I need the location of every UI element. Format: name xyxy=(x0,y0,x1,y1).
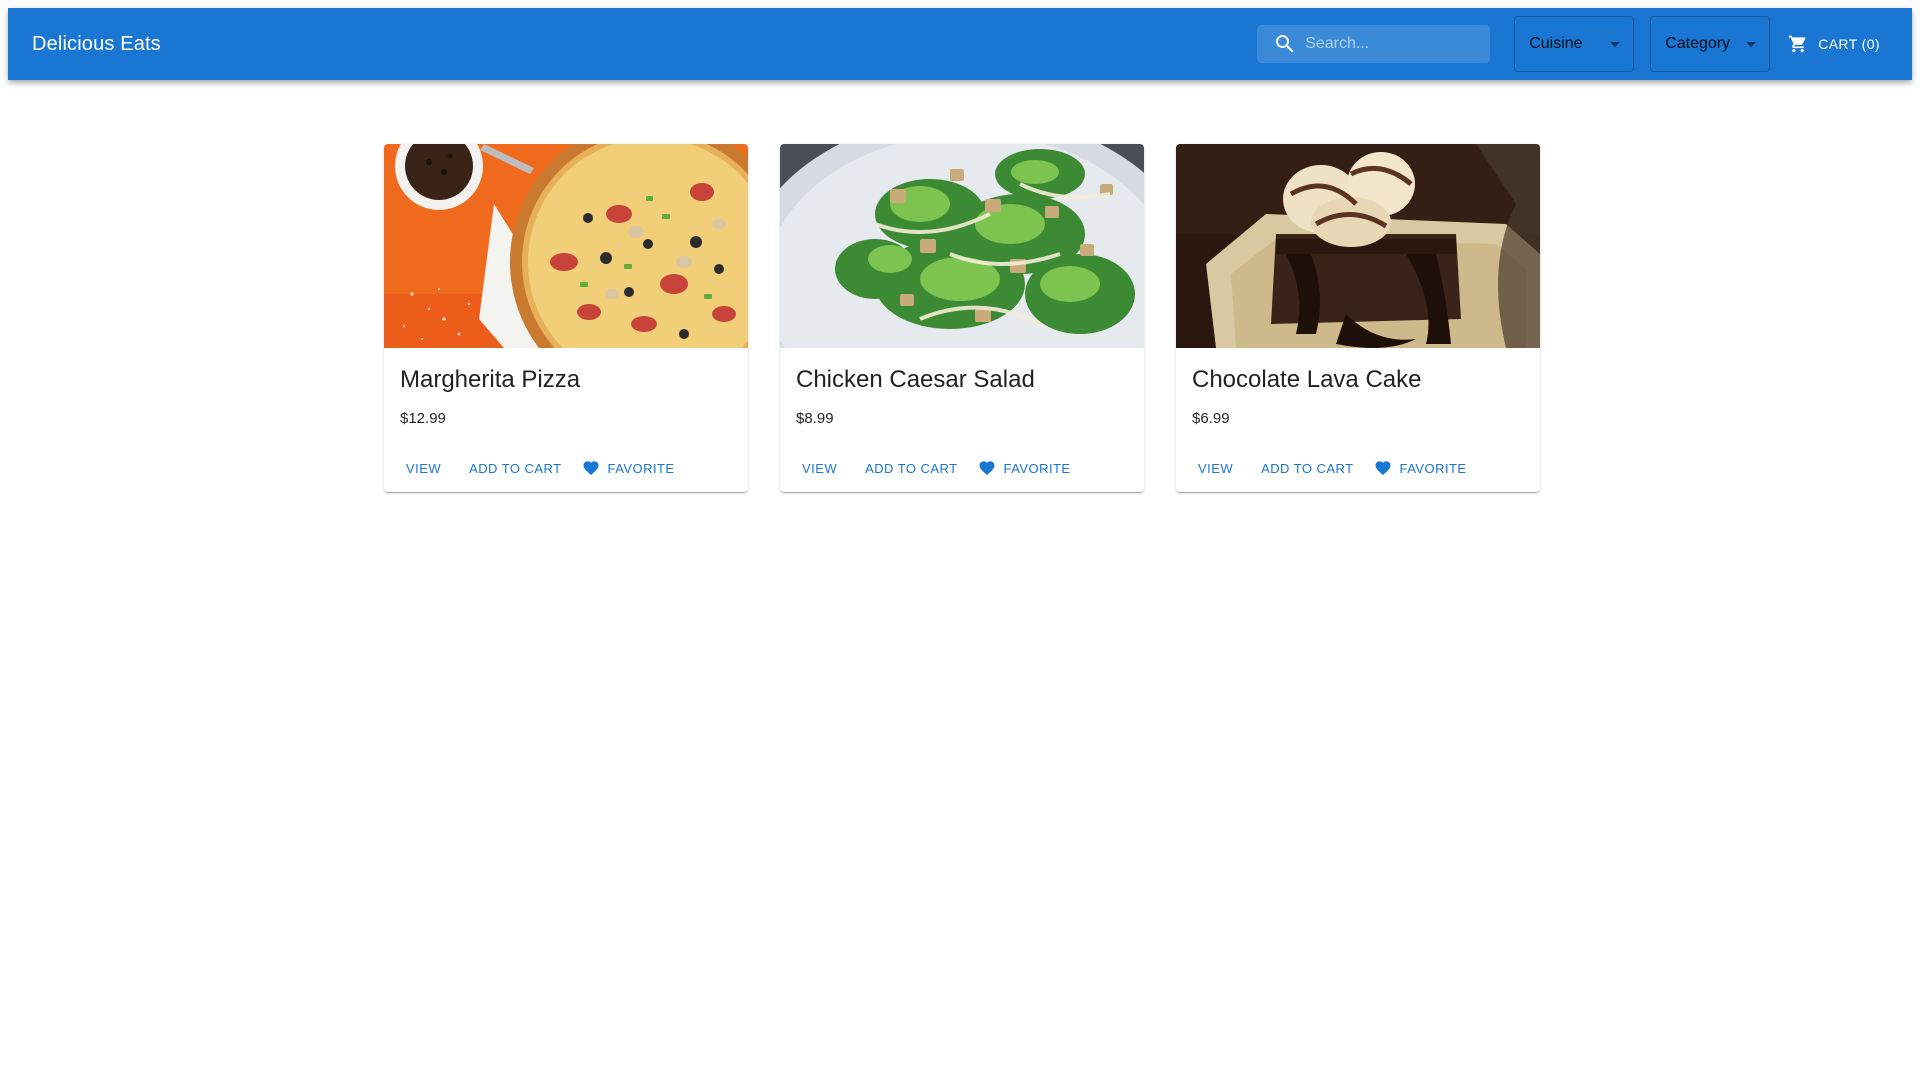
cart-button[interactable]: Cart (0) xyxy=(1780,26,1888,62)
product-image-salad[interactable] xyxy=(780,144,1144,348)
product-image-cake[interactable] xyxy=(1176,144,1540,348)
product-title: Chocolate Lava Cake xyxy=(1192,366,1422,393)
product-title: Margherita Pizza xyxy=(400,366,581,393)
cuisine-select[interactable]: Cuisine xyxy=(1514,16,1635,72)
card-actions: View Add to Cart Favorite xyxy=(780,437,1144,491)
view-button[interactable]: View xyxy=(1192,453,1239,483)
favorite-button[interactable]: Favorite xyxy=(576,453,681,483)
heart-icon xyxy=(1375,461,1391,476)
cuisine-select-label: Cuisine xyxy=(1529,35,1583,52)
favorite-label: Favorite xyxy=(607,460,675,476)
view-button-label: View xyxy=(802,460,838,476)
heart-icon xyxy=(583,461,599,476)
favorite-label: Favorite xyxy=(1003,460,1071,476)
product-card: Chocolate Lava Cake $6.99 View Add to Ca… xyxy=(1176,144,1540,492)
view-button-label: View xyxy=(1198,460,1234,476)
search-box[interactable] xyxy=(1257,25,1491,63)
cake-image xyxy=(1176,144,1540,348)
pizza-image xyxy=(384,144,748,348)
heart-icon xyxy=(979,461,995,476)
favorite-button[interactable]: Favorite xyxy=(1368,453,1473,483)
product-price: $8.99 xyxy=(796,410,834,428)
product-price: $12.99 xyxy=(400,410,446,428)
add-to-cart-label: Add to Cart xyxy=(865,460,958,476)
add-to-cart-button[interactable]: Add to Cart xyxy=(1255,453,1359,483)
cart-button-label: Cart (0) xyxy=(1818,36,1880,52)
favorite-label: Favorite xyxy=(1399,460,1467,476)
view-button[interactable]: View xyxy=(400,453,447,483)
card-actions: View Add to Cart Favorite xyxy=(1176,437,1540,491)
product-grid: Margherita Pizza $12.99 View Add to Cart… xyxy=(384,144,1540,492)
product-image-pizza[interactable] xyxy=(384,144,748,348)
category-select-label: Category xyxy=(1665,35,1731,52)
add-to-cart-label: Add to Cart xyxy=(1261,460,1354,476)
shopping-cart-icon xyxy=(1789,35,1806,53)
category-select[interactable]: Category xyxy=(1650,16,1771,72)
product-card: Chicken Caesar Salad $8.99 View Add to C… xyxy=(780,144,1144,492)
arrow-drop-down-icon xyxy=(1610,42,1621,47)
view-button-label: View xyxy=(406,460,442,476)
card-actions: View Add to Cart Favorite xyxy=(384,437,748,491)
product-price: $6.99 xyxy=(1192,410,1230,428)
salad-image xyxy=(780,144,1144,348)
add-to-cart-button[interactable]: Add to Cart xyxy=(463,453,567,483)
view-button[interactable]: View xyxy=(796,453,843,483)
search-icon xyxy=(1276,35,1294,53)
app-bar: Delicious Eats Cuisine Category Cart (0) xyxy=(8,8,1912,80)
search-input[interactable] xyxy=(1305,35,1476,53)
brand-title: Delicious Eats xyxy=(32,32,161,55)
favorite-button[interactable]: Favorite xyxy=(972,453,1077,483)
product-card: Margherita Pizza $12.99 View Add to Cart… xyxy=(384,144,748,492)
product-title: Chicken Caesar Salad xyxy=(796,366,1035,393)
add-to-cart-label: Add to Cart xyxy=(469,460,562,476)
add-to-cart-button[interactable]: Add to Cart xyxy=(859,453,963,483)
arrow-drop-down-icon xyxy=(1746,42,1757,47)
